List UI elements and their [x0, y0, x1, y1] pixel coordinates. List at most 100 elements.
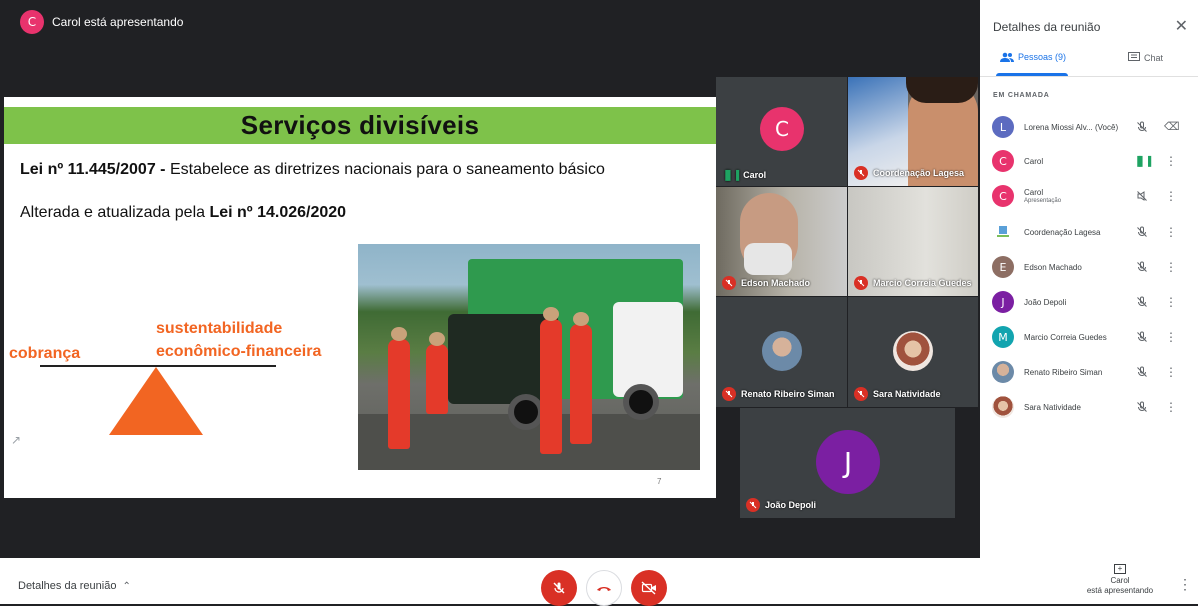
tile-name: Sara Natividade	[873, 389, 941, 399]
mic-off-icon	[1134, 329, 1150, 345]
mic-off-icon	[722, 276, 736, 290]
participant-name: João Depoli	[1024, 297, 1067, 307]
close-icon[interactable]: ✕	[1175, 16, 1188, 36]
label-cobranca: cobrança	[9, 345, 81, 362]
presenter-avatar: C	[20, 10, 44, 34]
tile-photo-avatar	[762, 331, 802, 371]
tile-coordenacao-lagesa[interactable]: Coordenação Lagesa	[848, 77, 978, 186]
more-options-icon[interactable]: ⋮	[1164, 293, 1178, 311]
tile-marcio-correia-guedes[interactable]: Marcio Correia Guedes	[848, 187, 978, 296]
law-14026-prefix: Alterada e atualizada pela	[20, 204, 210, 221]
mic-off-icon	[1134, 399, 1150, 415]
more-options-icon[interactable]: ⋮	[1164, 398, 1178, 416]
tab-people-label: Pessoas (9)	[1018, 52, 1067, 62]
meeting-details-toggle[interactable]: Detalhes da reunião ⌃	[18, 580, 131, 592]
participant-name: Carol Apresentação	[1024, 188, 1132, 204]
more-options-icon[interactable]: ⋮	[1178, 576, 1192, 593]
mouse-cursor-icon: ↗	[11, 433, 22, 447]
worker-figure	[540, 307, 562, 454]
more-options-icon[interactable]: ⋮	[1164, 258, 1178, 276]
participant-name: Carol	[1024, 156, 1044, 166]
camera-off-icon	[641, 581, 656, 595]
more-options-icon[interactable]: ⋮	[1164, 328, 1178, 346]
participant-name: Coordenação Lagesa	[1024, 227, 1101, 237]
divider	[980, 76, 1198, 77]
participant-row-renato-ribeiro-siman[interactable]: Renato Ribeiro Siman ⋮	[992, 358, 1192, 386]
meeting-details-label: Detalhes da reunião	[18, 580, 117, 592]
tile-carol[interactable]: C ▐▌▐ Carol	[716, 77, 847, 186]
chevron-up-icon: ⌃	[122, 580, 131, 592]
mic-off-icon	[553, 582, 565, 594]
tile-photo-avatar	[893, 331, 933, 371]
tile-name: Renato Ribeiro Siman	[741, 389, 835, 399]
presenter-banner: C Carol está apresentando	[20, 10, 183, 34]
participant-row-edson-machado[interactable]: E Edson Machado ⋮	[992, 253, 1192, 281]
participant-row-coordenacao-lagesa[interactable]: Coordenação Lagesa ⋮	[992, 218, 1192, 246]
slide-title-bar: Serviços divisíveis	[4, 107, 716, 144]
mic-off-icon	[854, 166, 868, 180]
meeting-details-panel: Detalhes da reunião ✕ Pessoas (9) Chat E…	[980, 0, 1198, 558]
panel-title: Detalhes da reunião	[993, 20, 1101, 34]
tab-chat[interactable]: Chat	[1128, 52, 1163, 63]
mic-toggle-button[interactable]	[541, 570, 577, 606]
avatar-photo	[992, 361, 1014, 383]
participant-name: Edson Machado	[1024, 262, 1082, 272]
mic-off-icon	[746, 498, 760, 512]
tile-name: Carol	[743, 170, 767, 180]
truck-wheel	[623, 384, 659, 420]
mic-off-icon	[1134, 294, 1150, 310]
tile-name: Coordenação Lagesa	[873, 168, 965, 178]
present-screen-icon: +	[1114, 564, 1126, 574]
tile-name: João Depoli	[765, 500, 817, 510]
tile-name-row: João Depoli	[746, 498, 816, 512]
avatar: L	[992, 116, 1014, 138]
slide-line-law-14026: Alterada e atualizada pela Lei nº 14.026…	[20, 204, 346, 222]
worker-figure	[388, 327, 410, 449]
tile-joao-depoli[interactable]: J João Depoli	[740, 408, 955, 518]
tile-edson-machado[interactable]: Edson Machado	[716, 187, 847, 296]
video-person-hair	[906, 77, 978, 103]
more-options-icon[interactable]: ⋮	[1164, 223, 1178, 241]
mic-off-icon	[722, 387, 736, 401]
leave-call-button[interactable]	[586, 570, 622, 606]
participant-row-carol-presentation[interactable]: C Carol Apresentação ⋮	[992, 182, 1192, 210]
video-person-mask	[744, 243, 792, 275]
tile-name: Edson Machado	[741, 278, 811, 288]
tile-avatar: J	[816, 430, 880, 494]
camera-toggle-button[interactable]	[631, 570, 667, 606]
presenting-indicator[interactable]: + Carol está apresentando	[1080, 564, 1160, 596]
presenting-name: Carol	[1110, 576, 1130, 585]
participant-row-joao-depoli[interactable]: J João Depoli ⋮	[992, 288, 1192, 316]
participant-row-lorena[interactable]: L Lorena Miossi Alv... (Você) ⌫	[992, 113, 1192, 141]
tile-name: Marcio Correia Guedes	[873, 278, 972, 288]
avatar: J	[992, 291, 1014, 313]
mic-off-icon	[1134, 364, 1150, 380]
label-economico-financeira: econômico-financeira	[156, 343, 322, 360]
avatar: M	[992, 326, 1014, 348]
presenter-text: Carol está apresentando	[52, 15, 184, 29]
people-icon	[1000, 52, 1014, 62]
participant-row-carol[interactable]: C Carol ▐▌▐ ⋮	[992, 147, 1192, 175]
tab-people[interactable]: Pessoas (9)	[1000, 52, 1066, 62]
more-options-icon[interactable]: ⋮	[1164, 363, 1178, 381]
participant-row-sara-natividade[interactable]: Sara Natividade ⋮	[992, 393, 1192, 421]
law-11445-description: Estabelece as diretrizes nacionais para …	[165, 161, 605, 178]
participant-row-marcio-correia-guedes[interactable]: M Marcio Correia Guedes ⋮	[992, 323, 1192, 351]
more-options-icon[interactable]: ⋮	[1164, 187, 1178, 205]
tile-name-row: Sara Natividade	[854, 387, 941, 401]
participant-name: Marcio Correia Guedes	[1024, 332, 1107, 342]
tile-name-row: Marcio Correia Guedes	[854, 276, 972, 290]
speaking-icon: ▐▌▐	[1133, 156, 1151, 166]
truck-wheel	[508, 394, 544, 430]
participant-name: Sara Natividade	[1024, 402, 1081, 412]
tile-name-row: Coordenação Lagesa	[854, 166, 964, 180]
presentation-stage: C Carol está apresentando Serviços divis…	[0, 0, 978, 558]
more-options-icon[interactable]: ⋮	[1164, 152, 1178, 170]
mic-off-icon	[1134, 119, 1150, 135]
tile-renato-ribeiro-siman[interactable]: Renato Ribeiro Siman	[716, 297, 847, 407]
tile-sara-natividade[interactable]: Sara Natividade	[848, 297, 978, 407]
participant-name-text: Carol	[1024, 188, 1044, 197]
pin-icon[interactable]: ⌫	[1164, 118, 1180, 136]
mic-off-icon	[1134, 224, 1150, 240]
worker-figure	[426, 332, 448, 414]
